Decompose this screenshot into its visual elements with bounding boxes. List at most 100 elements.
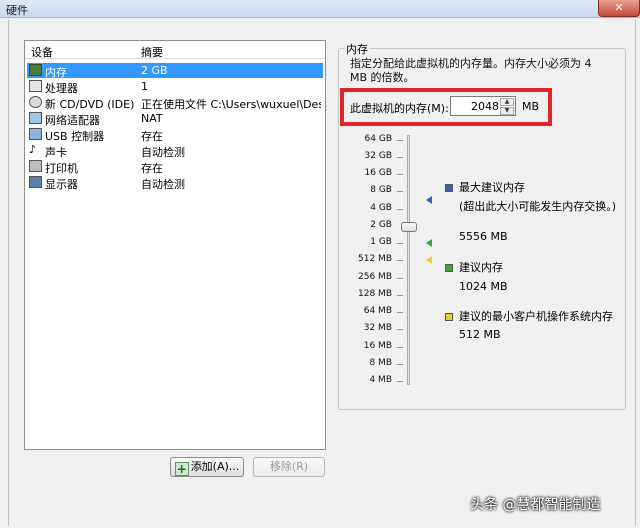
watermark: 头条 @慧都智能制造 [470, 497, 601, 513]
window-title: 硬件 [6, 4, 28, 17]
device-row-cdrom[interactable]: 新 CD/DVD (IDE) 正在使用文件 C:\Users\wuxuel\De… [27, 95, 323, 111]
device-name: 打印机 [45, 162, 78, 175]
min-legend-swatch [445, 313, 453, 321]
close-button[interactable]: ✕ [598, 0, 640, 17]
scale-tick-label: 256 MB [358, 272, 392, 282]
sound-icon: ♪ [29, 143, 37, 156]
usb-icon [29, 128, 42, 140]
max-legend-note: (超出此大小可能发生内存交换。) [459, 200, 617, 213]
stepper-down-button[interactable]: ▼ [500, 107, 514, 115]
scale-tick-label: 1 GB [370, 237, 392, 247]
stepper-up-button[interactable]: ▲ [500, 98, 514, 106]
device-row-sound[interactable]: ♪ 声卡 自动检测 [27, 143, 323, 159]
scale-tick-mark [397, 312, 403, 313]
device-name: 新 CD/DVD (IDE) [45, 98, 135, 111]
device-list[interactable]: 设备 摘要 内存 2 GB 处理器 1 新 CD/DVD (IDE) 正在使用文… [24, 40, 326, 450]
rec-legend-title: 建议内存 [459, 261, 503, 274]
scale-tick-label: 64 MB [363, 306, 392, 316]
scale-tick-label: 8 GB [370, 185, 392, 195]
rec-legend-swatch [445, 264, 453, 272]
memory-icon [29, 64, 42, 76]
window-titlebar: 硬件 ✕ [0, 0, 640, 18]
rec-legend-value: 1024 MB [459, 280, 508, 293]
display-icon [29, 176, 42, 188]
memory-slider-track[interactable] [407, 135, 410, 385]
device-name: USB 控制器 [45, 130, 105, 143]
device-summary: 存在 [141, 162, 163, 175]
min-recommended-marker [426, 256, 432, 264]
scale-tick-mark [397, 209, 403, 210]
remove-device-button[interactable]: 移除(R) [253, 457, 325, 477]
scale-tick-mark [397, 347, 403, 348]
device-name: 声卡 [45, 146, 67, 159]
scale-tick-mark [397, 191, 403, 192]
add-icon: + [174, 462, 189, 476]
memory-description: 指定分配给此虚拟机的内存量。内存大小必须为 4 MB 的倍数。 [350, 57, 592, 84]
column-header-summary[interactable]: 摘要 [141, 44, 163, 60]
add-device-button[interactable]: + 添加(A)... [170, 457, 244, 477]
max-legend-swatch [445, 184, 453, 192]
device-name: 显示器 [45, 178, 78, 191]
memory-stepper[interactable]: ▲ ▼ [450, 96, 516, 116]
chevron-up-icon: ▲ [504, 98, 510, 105]
device-summary: NAT [141, 112, 163, 125]
max-recommended-marker [426, 196, 432, 204]
max-legend-title: 最大建议内存 [459, 181, 525, 194]
memory-field-label: 此虚拟机的内存(M): [350, 102, 449, 115]
scale-tick-label: 16 GB [364, 168, 392, 178]
scale-tick-label: 128 MB [358, 289, 392, 299]
scale-tick-mark [397, 157, 403, 158]
device-row-usb[interactable]: USB 控制器 存在 [27, 127, 323, 143]
scale-tick-mark [397, 243, 403, 244]
scale-tick-mark [397, 278, 403, 279]
memory-unit: MB [522, 100, 540, 113]
remove-button-label: 移除(R) [269, 460, 309, 473]
device-name: 网络适配器 [45, 114, 100, 127]
scale-tick-mark [397, 364, 403, 365]
scale-tick-label: 16 MB [363, 341, 392, 351]
memory-input[interactable] [453, 98, 499, 114]
add-button-label: 添加(A)... [190, 460, 240, 473]
device-row-network[interactable]: 网络适配器 NAT [27, 111, 323, 127]
device-row-printer[interactable]: 打印机 存在 [27, 159, 323, 175]
device-summary: 1 [141, 80, 148, 93]
scale-tick-mark [397, 140, 403, 141]
device-row-display[interactable]: 显示器 自动检测 [27, 175, 323, 191]
scale-tick-mark [397, 174, 403, 175]
chevron-down-icon: ▼ [504, 107, 510, 114]
printer-icon [29, 160, 42, 172]
close-icon: ✕ [614, 1, 624, 14]
cpu-icon [29, 80, 42, 92]
column-header-device[interactable]: 设备 [31, 44, 53, 60]
memory-slider-thumb[interactable] [401, 222, 417, 232]
device-name: 内存 [45, 66, 67, 79]
scale-tick-label: 512 MB [358, 254, 392, 264]
scale-tick-mark [397, 329, 403, 330]
min-legend-title: 建议的最小客户机操作系统内存 [459, 310, 613, 323]
device-name: 处理器 [45, 82, 78, 95]
min-legend-value: 512 MB [459, 328, 501, 341]
device-summary: 自动检测 [141, 178, 185, 191]
scale-tick-label: 32 GB [364, 151, 392, 161]
device-summary: 自动检测 [141, 146, 185, 159]
scale-tick-mark [397, 295, 403, 296]
device-row-memory[interactable]: 内存 2 GB [27, 63, 323, 79]
scale-tick-label: 64 GB [364, 134, 392, 144]
device-summary: 存在 [141, 130, 163, 143]
device-summary: 正在使用文件 C:\Users\wuxuel\Des... [141, 98, 321, 111]
device-summary: 2 GB [141, 64, 168, 77]
scale-tick-label: 32 MB [363, 323, 392, 333]
scale-tick-label: 4 MB [369, 375, 392, 385]
device-row-cpu[interactable]: 处理器 1 [27, 79, 323, 95]
cd-icon [29, 96, 42, 108]
max-legend-value: 5556 MB [459, 230, 508, 243]
scale-tick-mark [397, 381, 403, 382]
scale-tick-label: 2 GB [370, 220, 392, 230]
device-list-header: 设备 摘要 [25, 41, 325, 59]
scale-tick-label: 8 MB [369, 358, 392, 368]
network-icon [29, 112, 42, 124]
memory-group-title: 内存 [344, 41, 370, 57]
recommended-marker [426, 239, 432, 247]
scale-tick-mark [397, 260, 403, 261]
scale-tick-label: 4 GB [370, 203, 392, 213]
